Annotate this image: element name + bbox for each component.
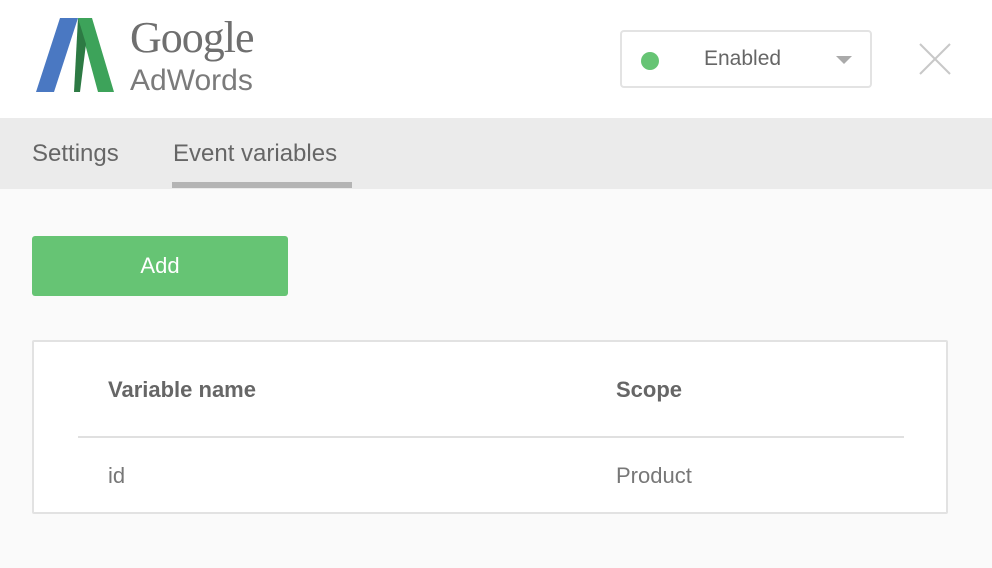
chevron-down-icon [836,56,852,64]
header: Google AdWords Enabled [0,0,992,118]
logo-text: Google AdWords [130,13,255,98]
status-label: Enabled [704,47,782,70]
status-indicator-icon [641,52,659,70]
column-header-variable-name: Variable name [108,377,256,402]
status-dropdown[interactable]: Enabled [620,30,872,88]
column-header-scope: Scope [616,377,683,402]
logo-brand: Google [130,13,255,62]
logo-product: AdWords [130,64,253,97]
table-row-variable-name[interactable]: id [108,462,125,490]
add-button[interactable]: Add [32,236,288,296]
active-tab-indicator [172,182,352,188]
table-divider [78,436,904,438]
tab-event-variables[interactable]: Event variables [173,118,353,189]
tab-bar: Settings Event variables [0,118,992,189]
tab-settings[interactable]: Settings [32,118,130,189]
variables-table: Variable name Scope id Product [32,340,948,514]
close-icon[interactable] [918,42,952,76]
table-row-scope[interactable]: Product [616,462,692,490]
adwords-logo-icon [36,18,114,92]
